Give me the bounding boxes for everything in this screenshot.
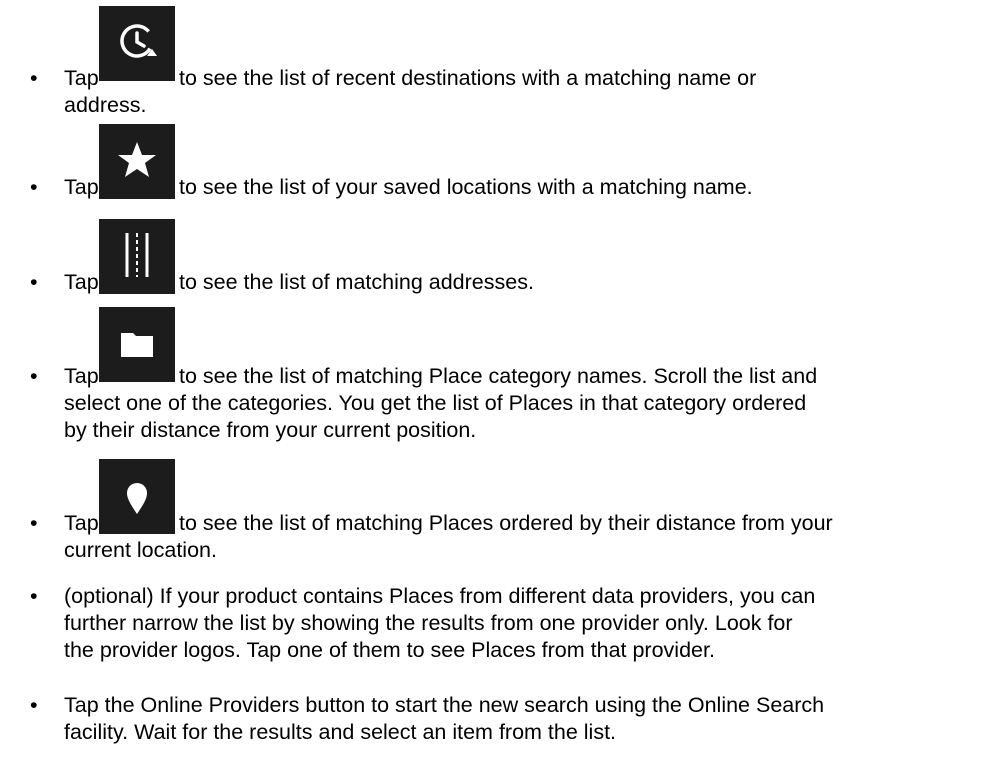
item-text-line: facility. Wait for the results and selec… [64, 720, 617, 744]
folder-icon [99, 307, 175, 382]
bullet: • [30, 584, 38, 608]
bullet: • [30, 175, 38, 199]
bullet: • [30, 66, 38, 90]
place-pin-icon [99, 459, 175, 534]
item-text-line: to see the list of your saved locations … [179, 175, 753, 199]
item-text-line: address. [64, 93, 147, 117]
bullet: • [30, 693, 38, 717]
item-text-line: to see the list of recent destinations w… [179, 66, 757, 90]
document-page: { "bullet_glyph": "•", "items": [ { "ico… [0, 0, 998, 758]
item-text-line: to see the list of matching Places order… [179, 511, 833, 535]
item-text-line: the provider logos. Tap one of them to s… [64, 638, 715, 662]
bullet: • [30, 270, 38, 294]
item-text-line: select one of the categories. You get th… [64, 391, 807, 415]
bullet: • [30, 511, 38, 535]
item-text-line: to see the list of matching Place catego… [179, 364, 818, 388]
item-text-line: by their distance from your current posi… [64, 418, 477, 442]
bullet: • [30, 364, 38, 388]
item-text-line: (optional) If your product contains Plac… [64, 584, 816, 608]
history-icon [99, 6, 175, 81]
item-text-line: Tap the Online Providers button to start… [64, 693, 825, 717]
road-icon [99, 219, 175, 294]
item-text-line: to see the list of matching addresses. [179, 270, 534, 294]
star-icon [99, 124, 175, 199]
item-text-line: current location. [64, 538, 217, 562]
item-text-line: further narrow the list by showing the r… [64, 611, 793, 635]
